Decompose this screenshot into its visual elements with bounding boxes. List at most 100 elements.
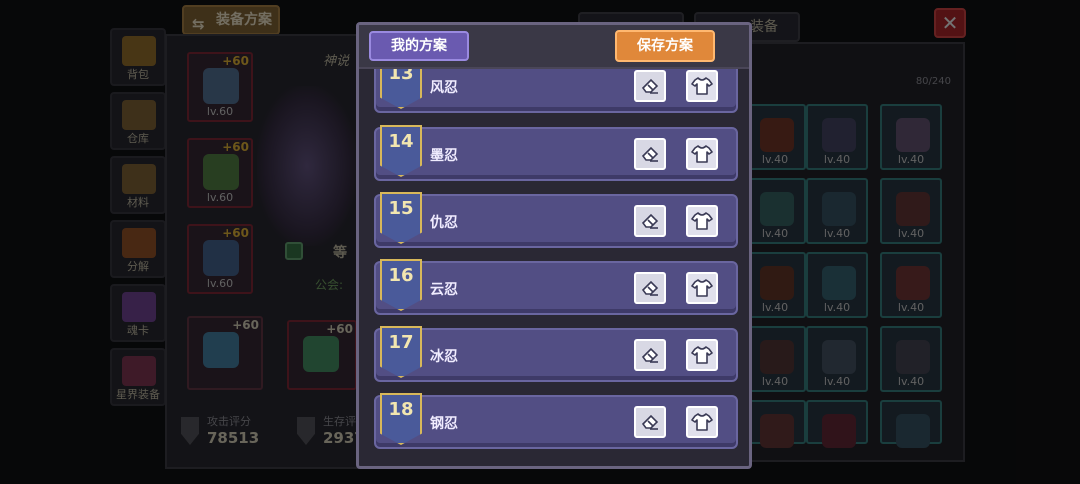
inventory-cell[interactable]: lv.40 [880, 252, 942, 318]
gear-item-icon [896, 118, 930, 152]
inventory-cell[interactable]: lv.40 [744, 326, 806, 392]
inventory-cell[interactable]: lv.40 [880, 178, 942, 244]
inventory-cell[interactable]: lv.40 [806, 178, 868, 244]
eraser-edit-icon [641, 347, 659, 363]
shirt-apply-icon [691, 279, 713, 297]
decompose-icon [122, 228, 156, 258]
plan-name: 墨忍 [430, 148, 458, 164]
sidebar-item-label: 星界装备 [116, 388, 160, 401]
item-level: lv.40 [823, 153, 851, 166]
character-title-text: 神说 [323, 54, 350, 69]
gear-item-icon [760, 414, 794, 448]
apply-plan-button[interactable] [686, 138, 718, 170]
gear-item-icon [896, 192, 930, 226]
plan-row[interactable]: 15 仇忍 [374, 192, 738, 248]
inventory-count: 80/240 [915, 76, 951, 87]
sidebar-item-label: 魂卡 [127, 324, 149, 337]
gear-item-icon [896, 414, 930, 448]
item-level: lv.60 [206, 191, 234, 204]
inventory-cell[interactable]: lv.40 [880, 104, 942, 170]
enhance-level: +60 [222, 226, 249, 240]
equipment-plan-title[interactable]: ⇆ 装备方案 [182, 5, 280, 35]
inventory-cell[interactable]: lv.40 [806, 104, 868, 170]
sidebar-item-materials[interactable]: 材料 [110, 156, 166, 214]
shirt-apply-icon [691, 145, 713, 163]
shield-icon [297, 417, 315, 445]
plan-row[interactable]: 13 风忍 [374, 69, 738, 113]
shirt-apply-icon [691, 346, 713, 364]
sidebar-item-warehouse[interactable]: 仓库 [110, 92, 166, 150]
sidebar-item-label: 背包 [127, 68, 149, 81]
astral-gear-icon [122, 356, 156, 386]
apply-plan-button[interactable] [686, 70, 718, 102]
sidebar-item-astral-gear[interactable]: 星界装备 [110, 348, 166, 406]
edit-plan-button[interactable] [634, 272, 666, 304]
warehouse-icon [122, 100, 156, 130]
sidebar-item-soul-card[interactable]: 魂卡 [110, 284, 166, 342]
gear-item-icon [203, 68, 239, 104]
apply-plan-button[interactable] [686, 339, 718, 371]
backpack-icon [122, 36, 156, 66]
gear-item-icon [822, 340, 856, 374]
tab-my-plans[interactable]: 我的方案 [369, 31, 469, 61]
item-level: lv.40 [897, 301, 925, 314]
equipment-slot-3[interactable]: +60 lv.60 [187, 224, 253, 294]
apply-plan-button[interactable] [686, 205, 718, 237]
plan-title-label: 装备方案 [216, 12, 272, 28]
gear-item-icon [203, 154, 239, 190]
plan-row[interactable]: 17 冰忍 [374, 326, 738, 382]
score-row: 攻击评分 78513 生存评 2937 [175, 413, 365, 457]
eraser-edit-icon [641, 146, 659, 162]
inventory-cell[interactable]: lv.40 [744, 178, 806, 244]
sidebar-item-backpack[interactable]: 背包 [110, 28, 166, 86]
save-plan-button[interactable]: 保存方案 [615, 30, 715, 62]
sidebar-item-decompose[interactable]: 分解 [110, 220, 166, 278]
apply-plan-button[interactable] [686, 406, 718, 438]
soul-card-icon [122, 292, 156, 322]
edit-plan-button[interactable] [634, 339, 666, 371]
plan-row[interactable]: 14 墨忍 [374, 125, 738, 181]
item-level: lv.40 [823, 375, 851, 388]
left-sidebar: 背包 仓库 材料 分解 魂卡 星界装备 [110, 28, 170, 412]
eraser-edit-icon [641, 280, 659, 296]
shirt-apply-icon [691, 413, 713, 431]
gear-item-icon [760, 192, 794, 226]
edit-plan-button[interactable] [634, 138, 666, 170]
gear-item-icon [760, 266, 794, 300]
close-button[interactable]: ✕ [934, 8, 966, 38]
equipment-slot-1[interactable]: +60 lv.60 [187, 52, 253, 122]
plan-name: 仇忍 [430, 215, 458, 231]
inventory-cell[interactable]: lv.40 [806, 326, 868, 392]
shirt-apply-icon [691, 77, 713, 95]
equipment-slot-2[interactable]: +60 lv.60 [187, 138, 253, 208]
enhance-level: +60 [232, 318, 259, 332]
guild-label: 公会: [315, 278, 344, 292]
plan-row[interactable]: 18 钢忍 [374, 393, 738, 449]
materials-icon [122, 164, 156, 194]
inventory-cell[interactable] [744, 400, 806, 448]
inventory-cell[interactable]: lv.40 [744, 104, 806, 170]
inventory-cell[interactable]: lv.40 [806, 252, 868, 318]
gear-item-icon [822, 266, 856, 300]
edit-plan-button[interactable] [634, 205, 666, 237]
plan-number: 17 [388, 332, 414, 353]
sidebar-item-label: 仓库 [127, 132, 149, 145]
apply-plan-button[interactable] [686, 272, 718, 304]
inventory-cell[interactable] [806, 400, 868, 448]
plan-list[interactable]: 13 风忍 14 墨忍 15 仇忍 16 云忍 17 冰忍 18 钢忍 [359, 69, 749, 464]
sidebar-item-label: 分解 [127, 260, 149, 273]
inventory-cell[interactable] [880, 400, 942, 448]
attack-score-value: 78513 [207, 429, 260, 447]
edit-plan-button[interactable] [634, 70, 666, 102]
edit-plan-button[interactable] [634, 406, 666, 438]
equipment-slot-4[interactable]: +60 [187, 316, 263, 390]
eraser-edit-icon [641, 213, 659, 229]
inventory-cell[interactable]: lv.40 [880, 326, 942, 392]
inventory-cell[interactable]: lv.40 [744, 252, 806, 318]
item-level: lv.40 [823, 301, 851, 314]
edit-name-icon[interactable] [285, 242, 303, 260]
gear-item-icon [303, 336, 339, 372]
plan-row[interactable]: 16 云忍 [374, 259, 738, 315]
equipment-slot-5[interactable]: +60 [287, 320, 357, 390]
item-level: lv.40 [761, 301, 789, 314]
